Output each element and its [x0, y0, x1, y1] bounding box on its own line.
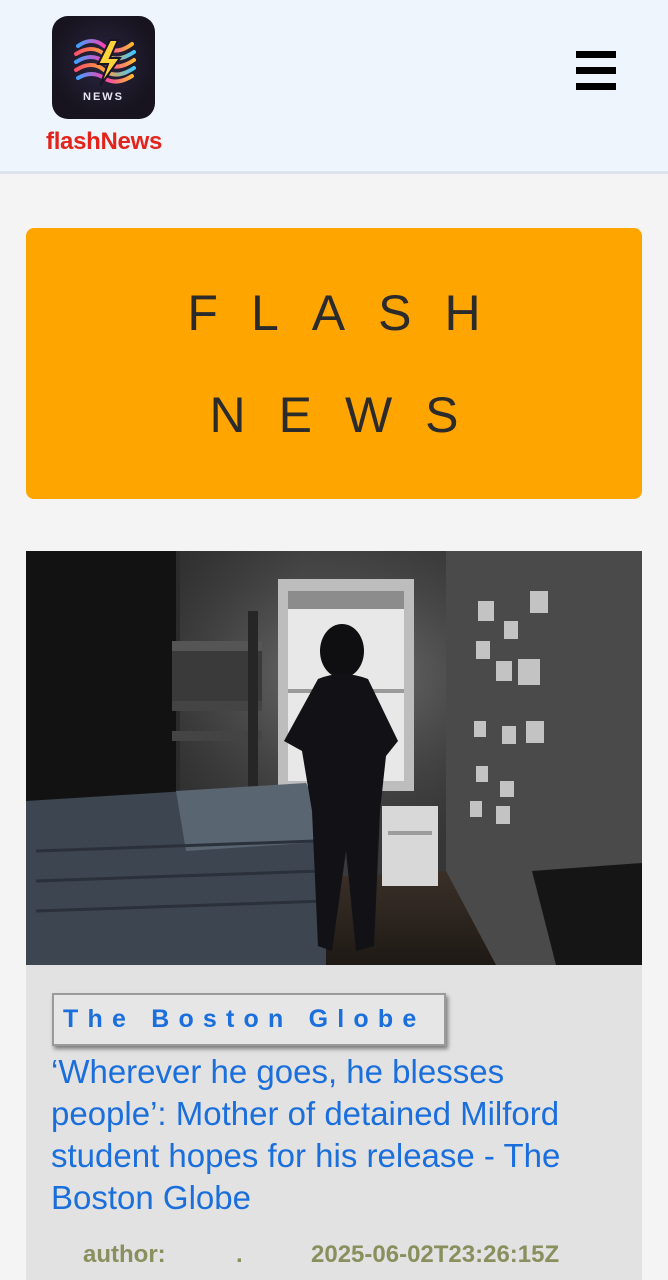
menu-bar	[576, 83, 616, 90]
menu-bar	[576, 51, 616, 58]
svg-text:NEWS: NEWS	[83, 91, 124, 103]
article-title-link[interactable]: ‘Wherever he goes, he blesses people’: M…	[51, 1051, 626, 1219]
app-header: NEWS flashNews	[0, 0, 668, 174]
flash-news-banner: FLASH NEWS	[26, 228, 642, 499]
flashnews-logo-icon[interactable]: NEWS	[52, 16, 155, 119]
banner-line-news: NEWS	[209, 386, 492, 443]
published-date: 2025-06-02T23:26:15Z	[311, 1241, 560, 1268]
author-label: author:	[83, 1241, 166, 1268]
banner-line-flash: FLASH	[187, 284, 514, 341]
article-image[interactable]	[26, 551, 642, 965]
author-value: .	[236, 1241, 243, 1268]
brand-name[interactable]: flashNews	[46, 128, 162, 156]
menu-bar	[576, 67, 616, 74]
article-meta: author: . 2025-06-02T23:26:15Z	[26, 1241, 642, 1277]
hamburger-menu-icon[interactable]	[572, 48, 620, 94]
source-badge[interactable]: The Boston Globe	[52, 993, 446, 1046]
article-card[interactable]: The Boston Globe ‘Wherever he goes, he b…	[26, 551, 642, 1280]
